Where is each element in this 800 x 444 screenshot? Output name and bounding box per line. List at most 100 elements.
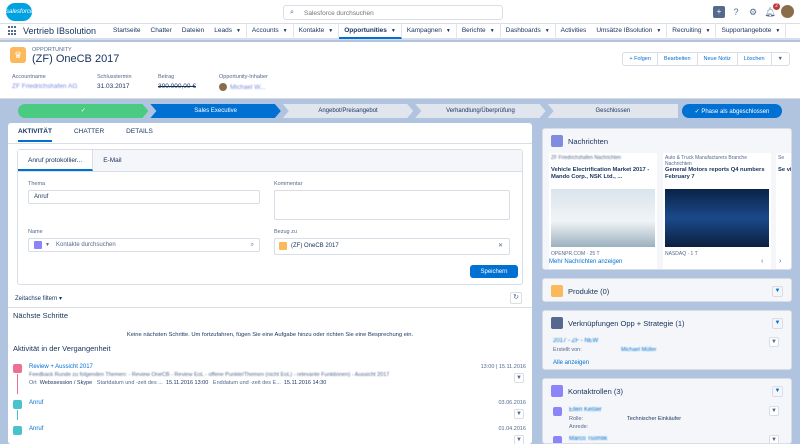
call-icon	[13, 400, 22, 409]
salesforce-logo[interactable]: salesforce	[6, 3, 33, 21]
chevron-down-icon[interactable]: ▼	[706, 28, 711, 34]
products-title[interactable]: Produkte (0)	[568, 287, 609, 296]
activity-panel: AKTIVITÄT CHATTER DETAILS Anruf protokol…	[8, 123, 532, 444]
notifications-bell-icon[interactable]: 🔔︎ 2	[764, 2, 780, 18]
owner-link[interactable]: Michael W...	[230, 84, 265, 91]
mark-stage-complete-button[interactable]: ✓ Phase als abgeschlossen	[682, 104, 782, 118]
save-button[interactable]: Speichern	[470, 265, 518, 278]
nav-item-recruiting[interactable]: Recruiting ▼	[667, 23, 717, 39]
links-title[interactable]: Verknüpfungen Opp + Strategie (1)	[568, 319, 685, 328]
contact-role-chevron-down-icon[interactable]: ▼	[769, 406, 779, 416]
chevron-down-icon[interactable]: ▼	[236, 28, 241, 34]
header-icons: + ? ⚙ 🔔︎ 2	[713, 2, 794, 18]
nav-item-kampagnen[interactable]: Kampagnen ▼	[402, 23, 457, 39]
activity-title-link[interactable]: Anruf	[29, 426, 43, 432]
help-icon[interactable]: ?	[730, 6, 742, 18]
chevron-down-icon[interactable]: ▼	[775, 28, 780, 34]
chevron-down-icon[interactable]: ▼	[545, 28, 550, 34]
chevron-down-icon[interactable]: ▼	[283, 28, 288, 34]
activity-title-link[interactable]: Review + Aussicht 2017	[29, 364, 93, 370]
nav-item-startseite[interactable]: Startseite	[108, 23, 145, 39]
path-step-sales-executive[interactable]: Sales Executive	[150, 104, 280, 118]
kommentar-textarea[interactable]	[274, 190, 510, 220]
search-icon: ⌕	[250, 242, 254, 248]
link-item[interactable]: 2017 - ZF - NEW	[553, 338, 598, 344]
activity-title-link[interactable]: Anruf	[29, 400, 43, 406]
tab-chatter[interactable]: CHATTER	[74, 128, 104, 142]
nav-item-dateien[interactable]: Dateien	[177, 23, 209, 39]
nav-item-kontakte[interactable]: Kontakte ▼	[294, 23, 340, 39]
chevron-down-icon[interactable]: ▼	[490, 28, 495, 34]
path-step-verhandlung[interactable]: Verhandlung/Überprüfung	[415, 104, 545, 118]
thema-input[interactable]: Anruf	[28, 190, 260, 204]
news-image	[665, 189, 769, 247]
app-launcher-icon[interactable]	[8, 26, 18, 36]
path-step-geschlossen[interactable]: Geschlossen	[547, 104, 679, 118]
contact-role-name[interactable]: Marco Tsomlik	[569, 436, 607, 442]
news-item[interactable]: ZF Friedrichshafen Nachrichten Vehicle E…	[549, 153, 657, 269]
products-menu-chevron-down-icon[interactable]: ▼	[772, 286, 783, 297]
search-icon: ⌕	[290, 9, 294, 16]
news-item[interactable]: Se Se vir	[776, 153, 791, 269]
bezug-lookup-input[interactable]: (ZF) OneCB 2017 ✕	[274, 238, 510, 255]
chevron-down-icon[interactable]: ▼	[391, 28, 396, 34]
chevron-right-icon[interactable]: ›	[779, 258, 781, 265]
nav-item-berichte[interactable]: Berichte ▼	[457, 23, 501, 39]
next-steps-title: Nächste Schritte	[13, 311, 69, 320]
new-note-button[interactable]: Neue Notiz	[696, 52, 738, 66]
chevron-down-icon[interactable]: ▼	[446, 28, 451, 34]
contact-roles-title[interactable]: Kontaktrollen (3)	[568, 387, 623, 396]
path-step-angebot[interactable]: Angebot/Preisangebot	[283, 104, 413, 118]
nav-item-umsätze-ibsolution[interactable]: Umsätze IBsolution ▼	[591, 23, 668, 39]
more-news-link[interactable]: Mehr Nachrichten anzeigen	[549, 259, 622, 265]
delete-button[interactable]: Löschen	[736, 52, 772, 66]
more-actions-chevron-down-icon[interactable]: ▼	[770, 52, 790, 66]
links-menu-chevron-down-icon[interactable]: ▼	[772, 318, 783, 329]
clear-close-icon[interactable]: ✕	[498, 240, 503, 252]
activity-date: 01.04.2016	[498, 426, 526, 432]
path-step-done[interactable]: ✓	[18, 104, 148, 118]
contact-roles-icon	[551, 385, 563, 397]
name-lookup-input[interactable]: ▼ Kontakte durchsuchen ⌕	[28, 238, 260, 252]
tab-log-call[interactable]: Anruf protokollier...	[18, 150, 94, 171]
nav-item-leads[interactable]: Leads ▼	[209, 23, 247, 39]
global-search[interactable]: ⌕	[283, 5, 503, 20]
contact-role-chevron-down-icon[interactable]: ▼	[769, 435, 779, 443]
chevron-down-icon[interactable]: ▼	[328, 28, 333, 34]
show-all-link[interactable]: Alle anzeigen	[553, 360, 589, 366]
setup-gear-icon[interactable]: ⚙	[747, 6, 759, 18]
contact-role-name[interactable]: Ellen Keßler	[569, 407, 602, 413]
nav-item-supportangebote[interactable]: Supportangebote ▼	[716, 23, 787, 39]
contact-icon	[553, 407, 562, 416]
nav-items: Startseite Chatter Dateien Leads ▼ Accounts ▼ K…	[108, 23, 787, 39]
chevron-down-icon[interactable]: ▼	[45, 239, 50, 251]
activity-menu-chevron-down-icon[interactable]: ▼	[514, 409, 524, 419]
nav-item-activities[interactable]: Activities	[556, 23, 592, 39]
tab-details[interactable]: DETAILS	[126, 128, 153, 142]
contact-roles-menu-chevron-down-icon[interactable]: ▼	[772, 386, 783, 397]
activity-menu-chevron-down-icon[interactable]: ▼	[514, 373, 524, 383]
tab-aktivitaet[interactable]: AKTIVITÄT	[18, 128, 52, 142]
user-avatar[interactable]	[781, 5, 794, 18]
nav-item-chatter[interactable]: Chatter	[146, 23, 177, 39]
refresh-icon[interactable]: ↻	[510, 292, 522, 304]
account-link[interactable]: ZF Friedrichshafen AG	[12, 83, 77, 90]
nav-item-dashboards[interactable]: Dashboards ▼	[501, 23, 556, 39]
edit-button[interactable]: Bearbeiten	[656, 52, 698, 66]
tab-email[interactable]: E-Mail	[93, 150, 131, 171]
event-icon	[13, 364, 22, 373]
link-item-chevron-down-icon[interactable]: ▼	[769, 337, 779, 347]
favorites-icon[interactable]: +	[713, 5, 725, 18]
activity-menu-chevron-down-icon[interactable]: ▼	[514, 435, 524, 444]
nav-item-opportunities[interactable]: Opportunities ▼	[339, 23, 402, 39]
nav-item-accounts[interactable]: Accounts ▼	[247, 23, 294, 39]
news-item[interactable]: Auto & Truck Manufacturers Branche Nachr…	[663, 153, 771, 269]
kommentar-label: Kommentar	[274, 181, 303, 187]
timeline-filter[interactable]: Zeitachse filtern ▾	[15, 295, 62, 302]
follow-button[interactable]: + Folgen	[622, 52, 658, 66]
search-input[interactable]	[304, 8, 499, 18]
opportunity-crown-icon	[279, 242, 287, 250]
chevron-down-icon[interactable]: ▼	[656, 28, 661, 34]
products-card: Produkte (0) ▼	[542, 278, 792, 302]
chevron-left-icon[interactable]: ‹	[761, 258, 763, 265]
